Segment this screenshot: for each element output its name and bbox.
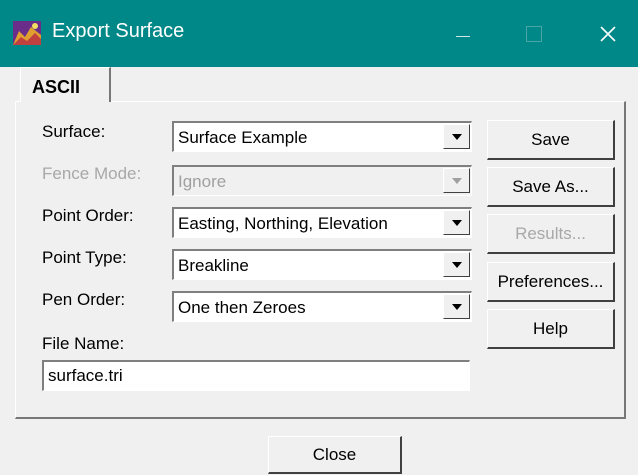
title-bar: Export Surface (0, 0, 638, 67)
point-type-label: Point Type: (42, 248, 127, 267)
point-order-value: Easting, Northing, Elevation (178, 214, 388, 233)
surface-value: Surface Example (178, 128, 308, 147)
chevron-down-icon[interactable] (443, 210, 470, 235)
close-window-button[interactable] (590, 16, 626, 52)
pen-order-value: One then Zeroes (178, 298, 306, 317)
surface-label: Surface: (42, 122, 106, 141)
fence-mode-select: Ignore (172, 165, 472, 196)
chevron-down-icon[interactable] (443, 252, 470, 277)
window-title: Export Surface (52, 20, 185, 42)
chevron-down-icon (443, 168, 470, 193)
save-button[interactable]: Save (487, 120, 615, 160)
close-icon (600, 26, 616, 42)
fence-mode-label: Fence Mode: (42, 164, 142, 183)
point-order-select[interactable]: Easting, Northing, Elevation (172, 207, 472, 238)
maximize-button[interactable] (512, 17, 558, 51)
chevron-down-icon[interactable] (443, 294, 470, 319)
point-type-select[interactable]: Breakline (172, 249, 472, 280)
minimize-button[interactable] (442, 17, 488, 51)
file-name-label: File Name: (42, 334, 125, 353)
pen-order-select[interactable]: One then Zeroes (172, 291, 472, 322)
save-as-button[interactable]: Save As... (487, 167, 615, 207)
chevron-down-icon[interactable] (443, 124, 470, 149)
point-type-value: Breakline (178, 256, 249, 275)
tab-ascii[interactable]: ASCII (20, 67, 111, 102)
results-button: Results... (487, 214, 615, 254)
close-button[interactable]: Close (268, 436, 402, 474)
preferences-button[interactable]: Preferences... (487, 262, 615, 302)
point-order-label: Point Order: (42, 206, 134, 225)
app-icon (13, 21, 41, 45)
pen-order-label: Pen Order: (42, 290, 126, 309)
file-name-input[interactable] (42, 360, 470, 391)
fence-mode-value: Ignore (178, 172, 227, 191)
help-button[interactable]: Help (487, 309, 615, 349)
surface-select[interactable]: Surface Example (172, 121, 472, 152)
